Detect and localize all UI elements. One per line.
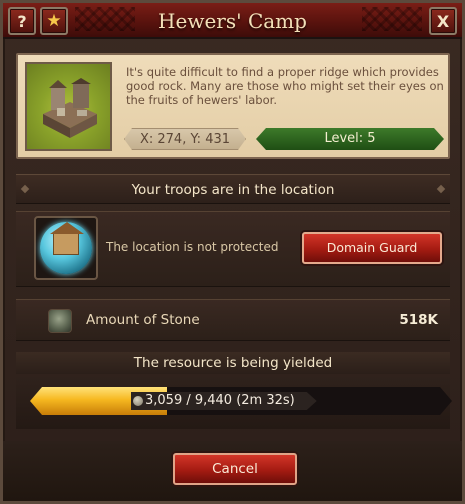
coin-icon [133, 396, 143, 406]
yield-progress-text: 3,059 / 9,440 (2m 32s) [145, 393, 295, 408]
troops-status-text: Your troops are in the location [131, 182, 335, 198]
band-ornament [20, 184, 30, 194]
location-info-card: It's quite difficult to find a proper ri… [16, 53, 450, 159]
coordinates-label[interactable]: X: 274, Y: 431 [124, 128, 246, 150]
domain-guard-button[interactable]: Domain Guard [302, 232, 442, 264]
window-header: ? ★ Hewers' Camp X [3, 3, 462, 39]
cancel-button[interactable]: Cancel [173, 453, 297, 485]
hewers-camp-window: ? ★ Hewers' Camp X It's quite difficult … [0, 0, 465, 504]
window-title: Hewers' Camp [158, 9, 307, 33]
yield-title: The resource is being yielded [16, 352, 450, 374]
resource-value: 518K [399, 312, 438, 328]
resource-row: Amount of Stone 518K [16, 299, 450, 341]
window-footer: Cancel [3, 441, 462, 501]
yield-progress-label: 3,059 / 9,440 (2m 32s) [131, 392, 317, 410]
close-button[interactable]: X [429, 7, 457, 35]
level-badge: Level: 5 [256, 128, 444, 150]
shield-dome-icon [34, 216, 98, 280]
troops-status-band: Your troops are in the location [16, 174, 450, 204]
house-icon [50, 222, 84, 255]
camp-image [25, 62, 112, 151]
camp-building-icon [43, 78, 97, 138]
yield-progress-bar: 3,059 / 9,440 (2m 32s) [30, 387, 452, 415]
stone-icon [48, 309, 72, 333]
band-ornament [436, 184, 446, 194]
protection-status: The location is not protected [106, 240, 279, 254]
protection-row: The location is not protected Domain Gua… [16, 211, 450, 287]
yield-progress-panel: 3,059 / 9,440 (2m 32s) [16, 377, 450, 429]
resource-label: Amount of Stone [86, 312, 200, 328]
location-description: It's quite difficult to find a proper ri… [126, 65, 444, 107]
